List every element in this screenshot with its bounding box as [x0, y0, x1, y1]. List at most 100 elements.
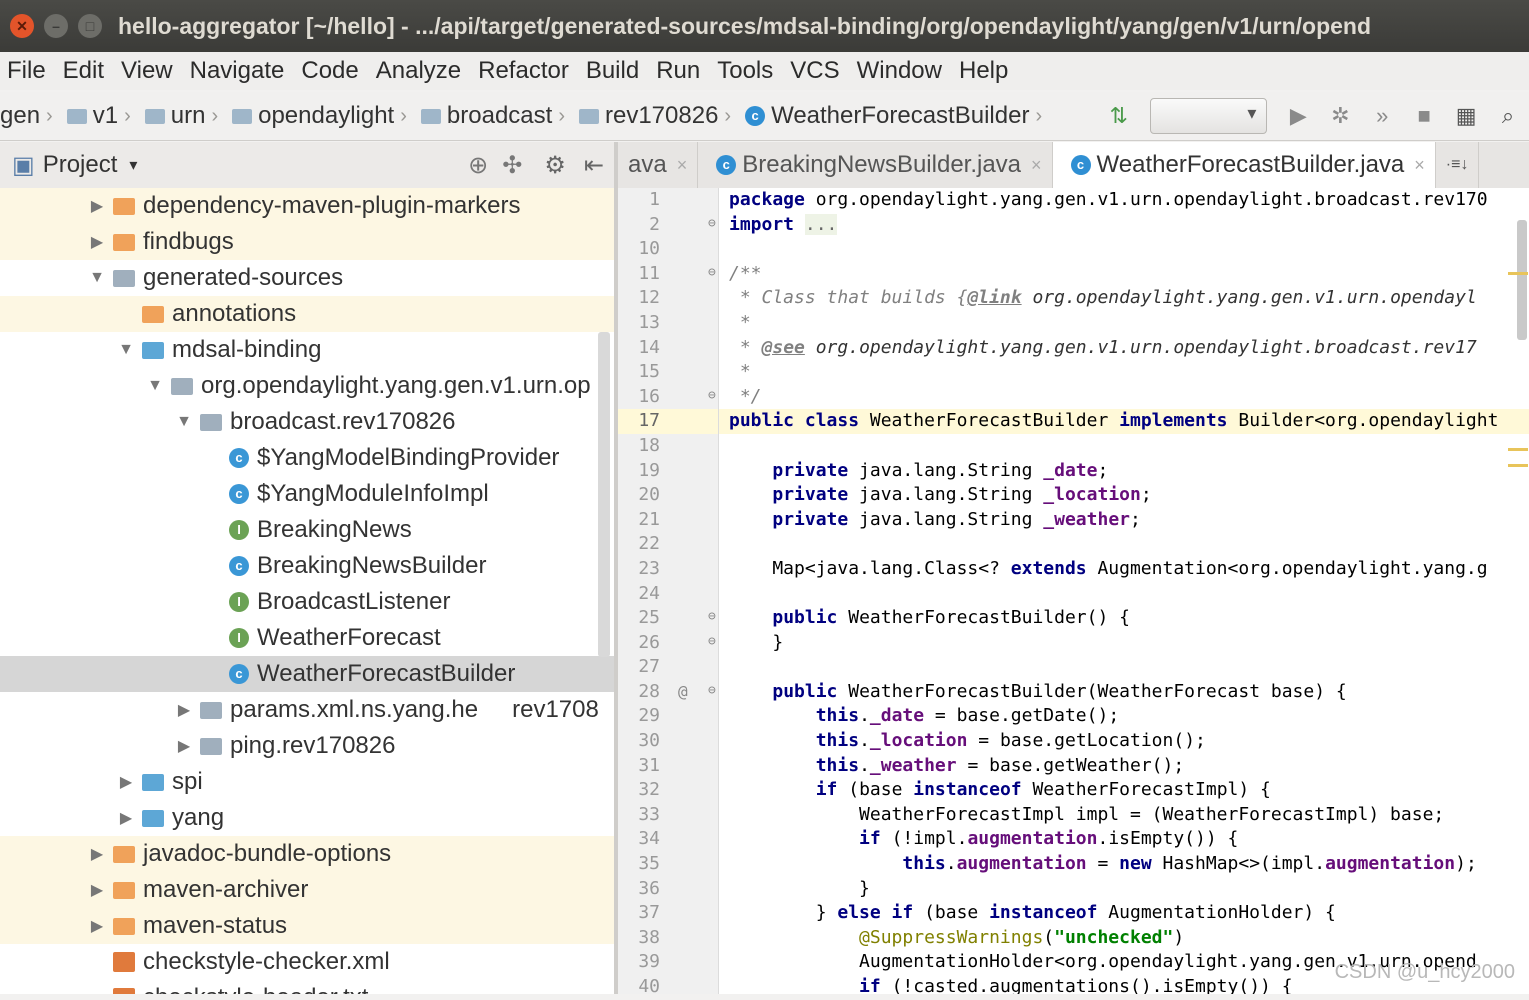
menu-build[interactable]: Build: [586, 57, 639, 85]
expand-down-icon[interactable]: ▼: [87, 269, 107, 287]
tree-item[interactable]: c BreakingNewsBuilder: [0, 548, 614, 584]
change-marker[interactable]: [1508, 448, 1528, 451]
interface-icon: I: [229, 520, 249, 540]
line-number: 22: [638, 533, 660, 555]
tree-item[interactable]: ▶ yang: [0, 800, 614, 836]
editor-tab[interactable]: ava ×: [618, 142, 699, 188]
line-number: 17: [618, 409, 718, 434]
build-sort-icon[interactable]: ⇅: [1104, 101, 1134, 131]
editor-tab[interactable]: c BreakingNewsBuilder.java ×: [698, 142, 1053, 188]
tree-item[interactable]: ▶ maven-archiver: [0, 872, 614, 908]
expand-right-icon[interactable]: ▶: [87, 232, 107, 252]
change-marker[interactable]: [1508, 272, 1528, 275]
fold-icon[interactable]: ⊖: [708, 388, 716, 403]
tree-item[interactable]: ▶ maven-status: [0, 908, 614, 944]
menu-navigate[interactable]: Navigate: [190, 57, 285, 85]
tree-item[interactable]: ▼ broadcast.rev170826: [0, 404, 614, 440]
breadcrumb-item-weatherforecastbuilder[interactable]: c WeatherForecastBuilder ›: [737, 102, 1042, 130]
menu-window[interactable]: Window: [857, 57, 942, 85]
menu-view[interactable]: View: [121, 57, 173, 85]
expand-down-icon[interactable]: ▼: [174, 413, 194, 431]
fold-icon[interactable]: ⊖: [708, 683, 716, 698]
breadcrumb-item-v1[interactable]: v1 ›: [59, 102, 131, 130]
tree-item[interactable]: ▼ generated-sources: [0, 260, 614, 296]
tabs-menu-icon[interactable]: ·≡↓: [1436, 142, 1480, 188]
breadcrumb-item-urn[interactable]: urn ›: [137, 102, 218, 130]
expand-right-icon[interactable]: ▶: [87, 880, 107, 900]
close-tab-icon[interactable]: ×: [1031, 155, 1042, 176]
editor-scrollbar[interactable]: [1517, 220, 1527, 340]
project-tree-scrollbar[interactable]: [598, 332, 610, 657]
code-editor[interactable]: package org.opendaylight.yang.gen.v1.urn…: [719, 188, 1529, 994]
menu-file[interactable]: File: [7, 57, 46, 85]
tree-item[interactable]: checkstyle-checker.xml: [0, 944, 614, 980]
debug-icon[interactable]: ✲: [1325, 101, 1355, 131]
collapse-icon[interactable]: ✣: [502, 151, 522, 180]
tree-item[interactable]: I BroadcastListener: [0, 584, 614, 620]
breadcrumb-item-opendaylight[interactable]: opendaylight ›: [224, 102, 407, 130]
menu-analyze[interactable]: Analyze: [376, 57, 461, 85]
line-number: 10: [638, 238, 660, 260]
gear-icon[interactable]: ⚙: [544, 151, 566, 180]
hide-panel-icon[interactable]: ⇤: [584, 151, 604, 180]
tree-item[interactable]: ▶ javadoc-bundle-options: [0, 836, 614, 872]
menu-tools[interactable]: Tools: [717, 57, 773, 85]
search-icon[interactable]: ⌕: [1493, 101, 1523, 131]
change-marker[interactable]: [1508, 464, 1528, 467]
expand-right-icon[interactable]: ▶: [116, 772, 136, 792]
run-configuration-select[interactable]: [1149, 98, 1268, 134]
fold-icon[interactable]: ⊖: [708, 216, 716, 231]
fold-icon[interactable]: ⊖: [708, 265, 716, 280]
expand-right-icon[interactable]: ▶: [87, 916, 107, 936]
tree-item[interactable]: ▶ spi: [0, 764, 614, 800]
maximize-window-icon[interactable]: □: [78, 14, 102, 38]
expand-right-icon[interactable]: ▶: [87, 196, 107, 216]
code-line: package org.opendaylight.yang.gen.v1.urn…: [729, 189, 1488, 210]
close-window-icon[interactable]: ✕: [10, 14, 34, 38]
expand-right-icon[interactable]: ▶: [174, 700, 194, 720]
menu-vcs[interactable]: VCS: [790, 57, 839, 85]
close-tab-icon[interactable]: ×: [677, 155, 688, 176]
tree-item[interactable]: I WeatherForecast: [0, 620, 614, 656]
expand-right-icon[interactable]: ▶: [174, 736, 194, 756]
run-icon[interactable]: ▶: [1283, 101, 1313, 131]
tree-item[interactable]: annotations: [0, 296, 614, 332]
menu-edit[interactable]: Edit: [63, 57, 104, 85]
tree-item[interactable]: ▶ params.xml.ns.yang.he rev1708: [0, 692, 614, 728]
expand-down-icon[interactable]: ▼: [116, 341, 136, 359]
tree-item[interactable]: c WeatherForecastBuilder: [0, 656, 614, 692]
expand-down-icon[interactable]: ▼: [145, 377, 165, 395]
expand-right-icon[interactable]: ▶: [116, 808, 136, 828]
menu-help[interactable]: Help: [959, 57, 1008, 85]
fold-icon[interactable]: ⊖: [708, 609, 716, 624]
tree-item-label: findbugs: [143, 228, 234, 255]
tree-item[interactable]: ▶ ping.rev170826: [0, 728, 614, 764]
breadcrumb-item-rev170826[interactable]: rev170826 ›: [571, 102, 731, 130]
tree-item[interactable]: c $YangModelBindingProvider: [0, 440, 614, 476]
expand-right-icon[interactable]: ▶: [87, 844, 107, 864]
override-gutter-icon[interactable]: @: [678, 682, 688, 701]
tree-item[interactable]: ▼ org.opendaylight.yang.gen.v1.urn.op: [0, 368, 614, 404]
menu-refactor[interactable]: Refactor: [478, 57, 569, 85]
tree-item[interactable]: I BreakingNews: [0, 512, 614, 548]
breadcrumb-item-broadcast[interactable]: broadcast ›: [413, 102, 565, 130]
coverage-icon[interactable]: »: [1367, 101, 1397, 131]
minimize-window-icon[interactable]: –: [44, 14, 68, 38]
breadcrumb-item-gen[interactable]: gen ›: [0, 102, 53, 130]
tree-item[interactable]: checkstyle-header.txt: [0, 980, 614, 994]
menu-code[interactable]: Code: [301, 57, 358, 85]
tree-item[interactable]: c $YangModuleInfoImpl: [0, 476, 614, 512]
tree-item[interactable]: ▶ findbugs: [0, 224, 614, 260]
fold-icon[interactable]: ⊖: [708, 634, 716, 649]
close-tab-icon[interactable]: ×: [1414, 155, 1425, 176]
stop-icon[interactable]: ■: [1409, 101, 1439, 131]
editor-tab[interactable]: c WeatherForecastBuilder.java ×: [1052, 142, 1436, 188]
tree-item[interactable]: ▼ mdsal-binding: [0, 332, 614, 368]
project-structure-icon[interactable]: ▦: [1451, 101, 1481, 131]
tree-item[interactable]: ▶ dependency-maven-plugin-markers: [0, 188, 614, 224]
menu-run[interactable]: Run: [656, 57, 700, 85]
chevron-down-icon[interactable]: ▾: [129, 155, 137, 175]
locate-icon[interactable]: ⊕: [468, 151, 488, 180]
project-view-select[interactable]: Project: [43, 151, 118, 179]
code-line: }: [729, 877, 870, 899]
